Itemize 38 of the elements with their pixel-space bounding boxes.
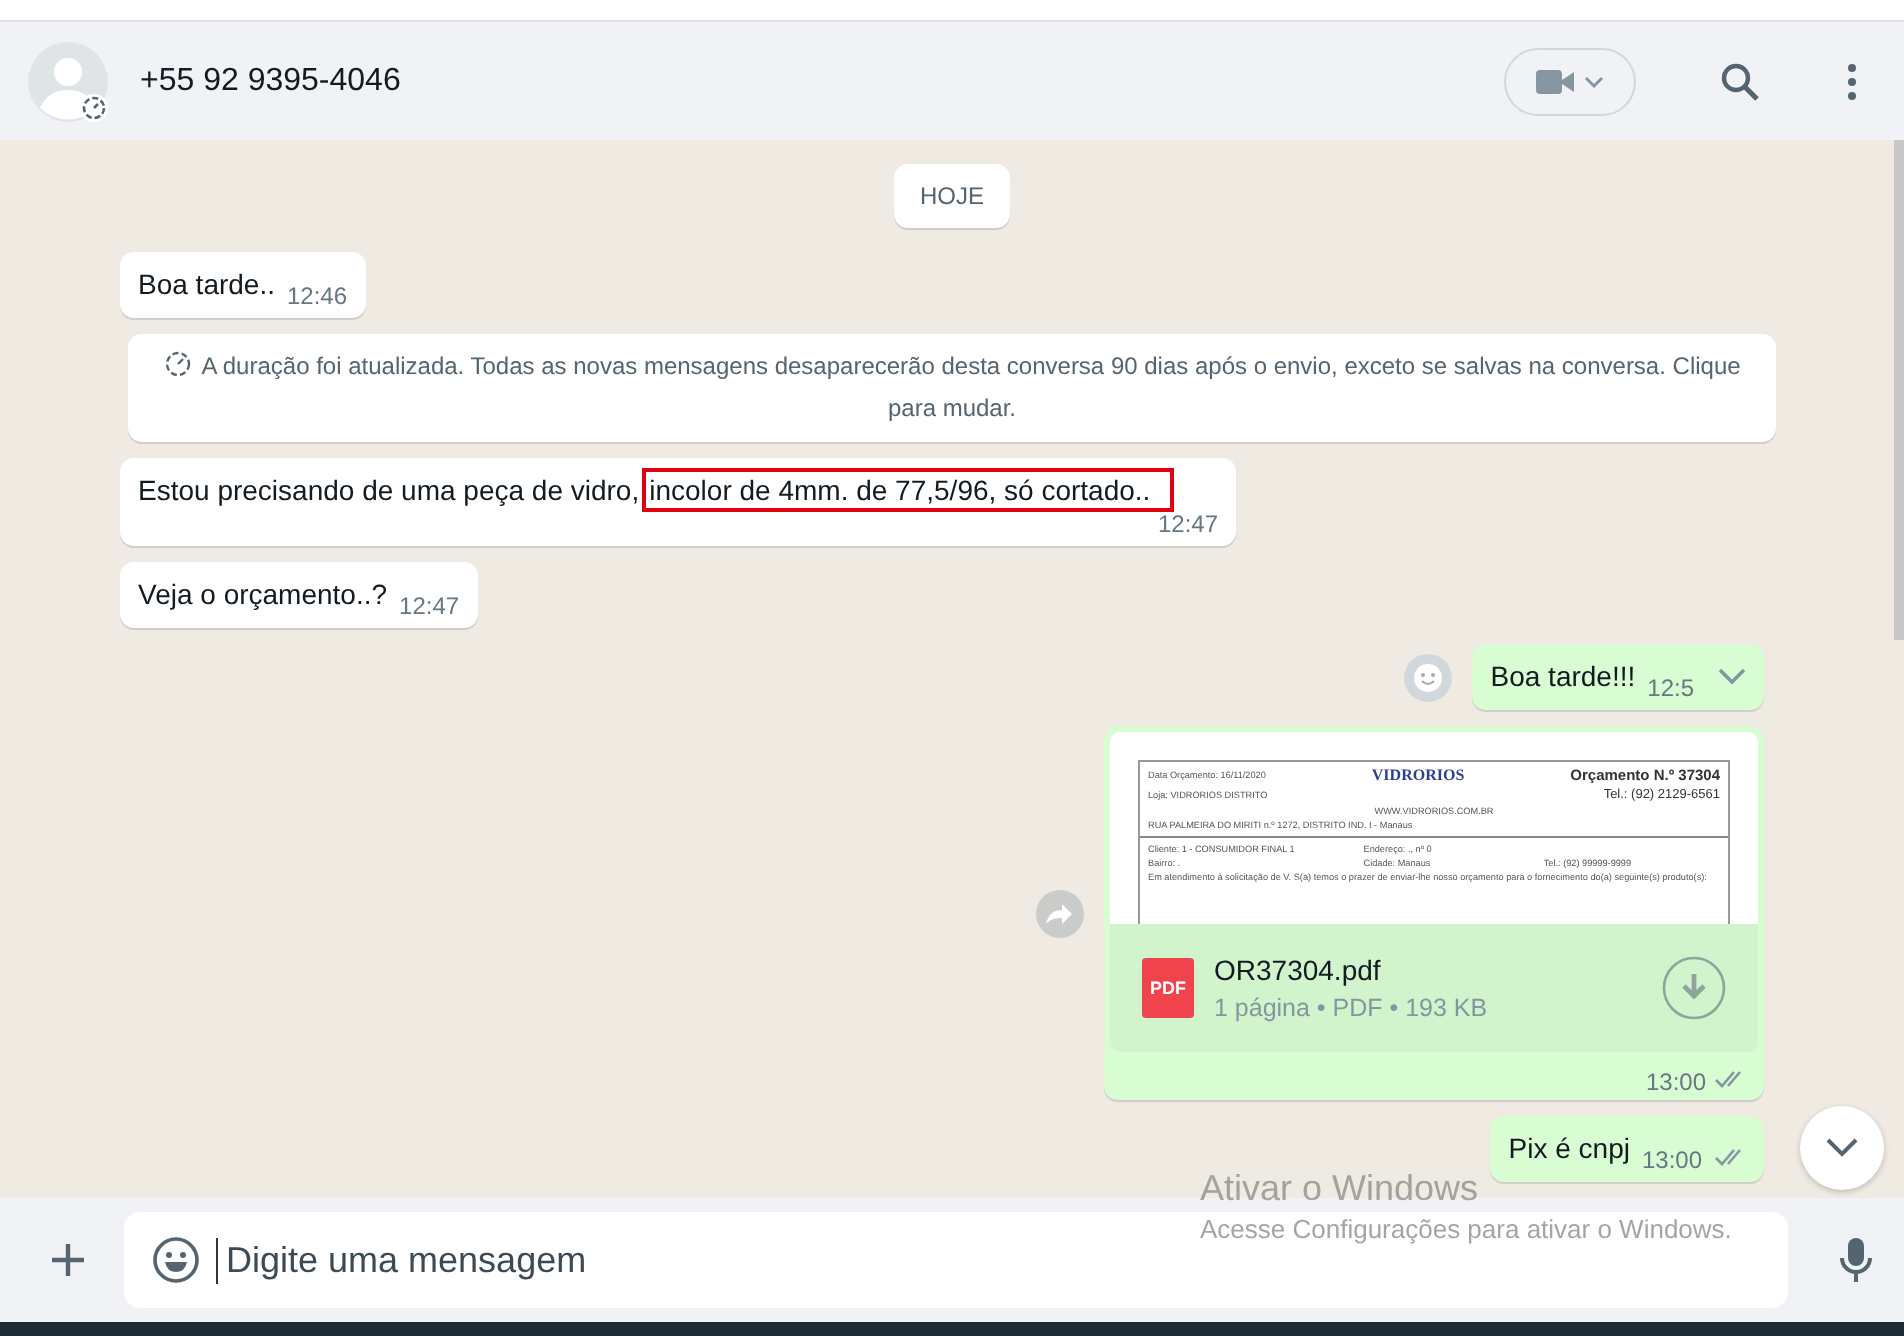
video-call-button[interactable]	[1504, 47, 1636, 115]
file-card[interactable]: PDF OR37304.pdf 1 página • PDF • 193 KB	[1110, 924, 1758, 1052]
message-time: 13:00	[1641, 1146, 1702, 1174]
timer-icon	[163, 350, 192, 378]
menu-icon[interactable]	[1848, 63, 1856, 99]
emoji-icon[interactable]	[152, 1236, 200, 1284]
message-text: Pix é cnpj	[1508, 1130, 1630, 1168]
message-time: 13:00	[1645, 1068, 1706, 1096]
chevron-down-icon	[1826, 1138, 1858, 1158]
search-icon[interactable]	[1720, 61, 1760, 101]
activation-title: Ativar o Windows	[1200, 1168, 1481, 1210]
message-time: 12:46	[287, 282, 348, 310]
file-details: 1 página • PDF • 193 KB	[1214, 994, 1490, 1022]
emoji-reaction-icon[interactable]	[1404, 653, 1453, 701]
file-name: OR37304.pdf	[1214, 954, 1383, 986]
forward-icon[interactable]	[1036, 889, 1084, 937]
contact-name[interactable]: +55 92 9395-4046	[140, 63, 401, 99]
system-notice[interactable]: A duração foi atualizada. Todas as novas mensagens desaparecerão desta conversa 90 dias após o envio, exceto se salvas na conversa. Clique para mudar.	[128, 334, 1776, 442]
chevron-down-icon[interactable]	[1718, 668, 1746, 684]
microphone-icon[interactable]	[1840, 1236, 1872, 1284]
notice-text: A duração foi atualizada. Todas as novas mensagens desaparecerão desta conversa 90 dias após o envio, exceto se salvas na conversa. Clique para mudar.	[201, 352, 1741, 422]
avatar-icon[interactable]	[28, 41, 108, 121]
message-time: 12:47	[399, 592, 460, 620]
plus-icon[interactable]	[48, 1240, 88, 1280]
download-icon[interactable]	[1662, 956, 1726, 1020]
document-preview[interactable]	[1110, 732, 1758, 924]
video-camera-icon	[1536, 67, 1604, 95]
message-text: Boa tarde!!!	[1490, 658, 1636, 696]
message-text: Estou precisando de uma peça de vidro, incolor de 4mm. de 77,5/96, só cortado..	[138, 472, 1175, 510]
message-text: Boa tarde..	[138, 266, 275, 304]
message-time: 12:47	[1155, 510, 1218, 538]
scroll-down-button[interactable]	[1800, 1106, 1884, 1190]
highlight-box: incolor de 4mm. de 77,5/96, só cortado..	[641, 468, 1175, 512]
message-text: Veja o orçamento..?	[138, 576, 388, 614]
message-time: 12:5	[1647, 674, 1694, 702]
pdf-file-icon: PDF	[1142, 958, 1194, 1018]
date-chip: HOJE	[893, 164, 1010, 228]
preview-logo: VIDRORIOS	[1371, 766, 1465, 784]
